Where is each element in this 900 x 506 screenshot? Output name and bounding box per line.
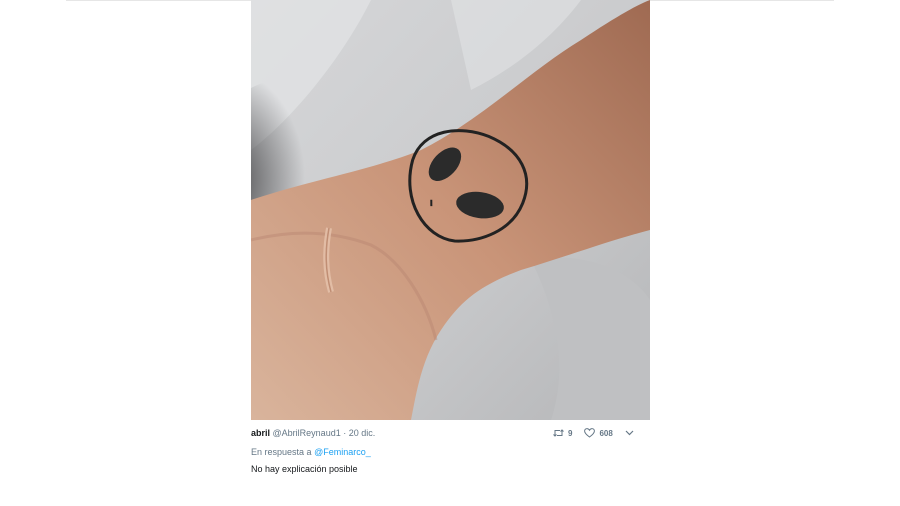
more-button[interactable] (625, 430, 634, 436)
reply-context: En respuesta a @Feminarco_ (251, 447, 650, 457)
tweet-text: No hay explicación posible (251, 464, 358, 474)
author-handle[interactable]: @AbrilReynaud1 (273, 428, 341, 438)
chevron-down-icon (625, 430, 634, 436)
tweet-date[interactable]: 20 dic. (349, 428, 376, 438)
page: abril @AbrilReynaud1 · 20 dic. 9 608 En … (0, 0, 900, 506)
tweet-actions: 9 608 (553, 426, 646, 440)
date-separator: · (343, 428, 347, 438)
like-button[interactable]: 608 (584, 428, 613, 438)
reply-prefix: En respuesta a (251, 447, 312, 457)
tweet-card: abril @AbrilReynaud1 · 20 dic. 9 608 En … (251, 0, 650, 474)
like-count: 608 (599, 428, 613, 438)
reply-to-link[interactable]: @Feminarco_ (314, 447, 371, 457)
author-name[interactable]: abril (251, 428, 270, 438)
tweet-author-line: abril @AbrilReynaud1 · 20 dic. (251, 428, 375, 438)
tweet-meta-row: abril @AbrilReynaud1 · 20 dic. 9 608 (251, 420, 650, 446)
retweet-button[interactable]: 9 (553, 428, 572, 438)
retweet-count: 9 (568, 428, 573, 438)
tweet-photo[interactable] (251, 0, 650, 420)
retweet-icon (553, 428, 564, 438)
heart-icon (584, 428, 596, 438)
